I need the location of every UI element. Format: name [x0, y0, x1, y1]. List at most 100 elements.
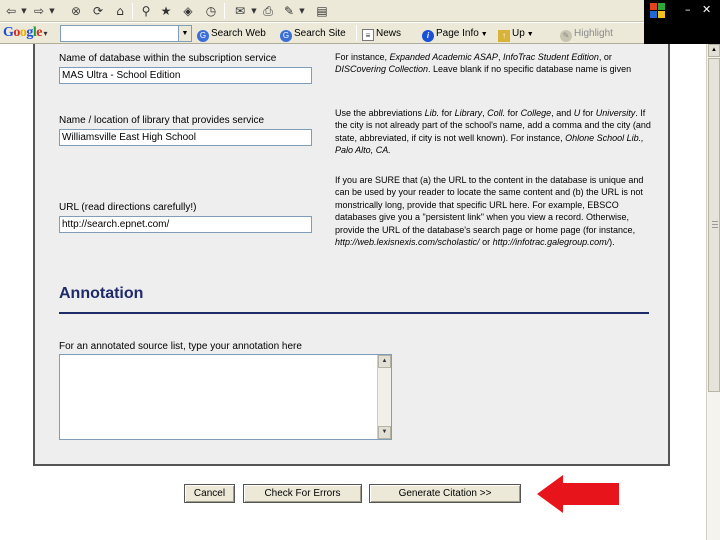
forward-dropdown-icon[interactable]: ▼	[48, 3, 56, 19]
scroll-up-icon[interactable]: ▲	[378, 355, 391, 368]
help-text: , and	[551, 108, 574, 118]
home-icon[interactable]: ⌂	[112, 3, 128, 19]
help-text: or	[479, 237, 493, 248]
highlight-label: Highlight	[574, 28, 613, 39]
grip-line	[712, 227, 718, 228]
back-dropdown-icon[interactable]: ▼	[20, 3, 28, 19]
help-text: for	[580, 108, 596, 118]
news-button[interactable]: ≡ News	[362, 26, 401, 41]
stop-icon[interactable]: ⊗	[68, 3, 84, 19]
help-text: ).	[609, 237, 615, 248]
edit-icon[interactable]: ✎	[281, 3, 297, 19]
help-text: . Leave blank if no specific database na…	[428, 64, 632, 75]
print-icon[interactable]: ⎙	[260, 3, 276, 19]
generate-citation-button[interactable]: Generate Citation >>	[369, 484, 521, 503]
refresh-icon[interactable]: ⟳	[90, 3, 106, 19]
toolbar-separator	[356, 25, 357, 41]
section-divider	[59, 312, 649, 314]
search-web-icon: G	[197, 30, 209, 42]
check-errors-button[interactable]: Check For Errors	[243, 484, 362, 503]
help-emphasis: Expanded Academic ASAP	[389, 52, 498, 62]
scrollbar-thumb[interactable]	[708, 58, 720, 392]
help-emphasis: InfoTrac Student Edition	[502, 52, 599, 62]
news-icon: ≡	[362, 29, 374, 41]
news-label: News	[376, 28, 402, 39]
window-caption: – ✕	[644, 0, 720, 44]
mail-icon[interactable]: ✉	[232, 3, 248, 19]
help-text: for	[505, 108, 521, 118]
forward-icon[interactable]: ⇨	[32, 3, 46, 19]
page-info-dropdown-icon[interactable]: ▼	[479, 31, 488, 38]
help-text: If you are SURE that (a) the URL to the …	[335, 175, 644, 235]
toolbar-separator	[132, 3, 133, 19]
annotation-label: For an annotated source list, type your …	[59, 341, 302, 352]
cancel-button[interactable]: Cancel	[184, 484, 235, 503]
media-icon[interactable]: ◈	[180, 3, 196, 19]
toolbar-separator	[224, 3, 225, 19]
grip-line	[712, 221, 718, 222]
database-name-field[interactable]: MAS Ultra - School Edition	[59, 67, 312, 84]
library-field[interactable]: Williamsville East High School	[59, 129, 312, 146]
help-emphasis: Coll.	[487, 108, 506, 118]
browser-toolbar: ⇦ ▼ ⇨ ▼ ⊗ ⟳ ⌂ ⚲ ★ ◈ ◷ ✉ ▼ ⎙ ✎ ▼ ▤	[0, 0, 644, 22]
help-emphasis: DISCovering Collection	[335, 64, 429, 75]
help-emphasis: http://infotrac.galegroup.com/	[492, 237, 610, 248]
up-button[interactable]: ↑ Up ▼	[498, 26, 534, 42]
help-emphasis: Lib.	[424, 108, 440, 118]
close-button[interactable]: ✕	[702, 2, 711, 18]
highlight-icon: ✎	[560, 30, 572, 42]
search-site-button[interactable]: G Search Site	[280, 26, 346, 42]
chevron-down-icon[interactable]: ▼	[178, 26, 191, 41]
grip-line	[712, 224, 718, 225]
url-label: URL (read directions carefully!)	[59, 202, 197, 213]
help-text: Use the abbreviations	[335, 108, 425, 118]
google-toolbar: Google ▾ ▼ G Search Web G Search Site ≡ New…	[0, 23, 644, 44]
mail-dropdown-icon[interactable]: ▼	[250, 3, 258, 19]
search-site-icon: G	[280, 30, 292, 42]
favorites-icon[interactable]: ★	[158, 3, 174, 19]
scroll-up-icon[interactable]: ▲	[708, 44, 720, 57]
help-emphasis: Library	[454, 108, 483, 118]
help-text: For instance,	[335, 52, 390, 62]
edit-dropdown-icon[interactable]: ▼	[298, 3, 306, 19]
annotation-heading: Annotation	[59, 285, 144, 302]
url-help-text: If you are SURE that (a) the URL to the …	[335, 174, 653, 248]
folder-up-icon: ↑	[498, 30, 510, 42]
up-dropdown-icon[interactable]: ▼	[525, 31, 534, 38]
discuss-icon[interactable]: ▤	[314, 3, 330, 19]
up-label: Up	[512, 28, 525, 39]
search-web-button[interactable]: G Search Web	[197, 26, 266, 42]
annotation-textarea[interactable]: ▲ ▼	[59, 354, 392, 440]
red-arrow-icon	[537, 475, 619, 513]
history-icon[interactable]: ◷	[203, 3, 219, 19]
google-logo-dropdown-icon[interactable]: ▾	[42, 29, 48, 38]
page-info-label: Page Info	[436, 28, 479, 39]
google-logo[interactable]: Google ▾	[3, 25, 48, 42]
minimize-button[interactable]: –	[685, 2, 691, 18]
database-help-text: For instance, Expanded Academic ASAP, In…	[335, 51, 653, 76]
library-help-text: Use the abbreviations Lib. for Library , …	[335, 107, 653, 157]
help-emphasis: College	[520, 108, 552, 118]
citation-form: Name of database within the subscription…	[33, 44, 670, 466]
back-icon[interactable]: ⇦	[4, 3, 18, 19]
library-label: Name / location of library that provides…	[59, 115, 265, 126]
help-emphasis: http://web.lexisnexis.com/scholastic/	[335, 237, 480, 248]
scroll-down-icon[interactable]: ▼	[378, 426, 391, 439]
page-scrollbar[interactable]: ▲	[706, 44, 720, 540]
page-info-button[interactable]: i Page Info ▼	[422, 26, 488, 42]
windows-logo-icon	[650, 3, 666, 19]
info-icon: i	[422, 30, 434, 42]
search-site-label: Search Site	[294, 28, 346, 39]
highlight-button[interactable]: ✎ Highlight	[560, 26, 613, 42]
google-search-input[interactable]: ▼	[60, 25, 192, 42]
google-logo-g: G	[3, 25, 14, 40]
url-field[interactable]: http://search.epnet.com/	[59, 216, 312, 233]
search-icon[interactable]: ⚲	[138, 3, 154, 19]
textarea-scrollbar[interactable]: ▲ ▼	[377, 355, 391, 439]
help-text: for	[439, 108, 455, 118]
red-arrow-shape	[537, 475, 619, 513]
search-web-label: Search Web	[211, 28, 266, 39]
database-name-label: Name of database within the subscription…	[59, 53, 277, 64]
help-text: , or	[598, 52, 612, 62]
help-emphasis: University	[595, 108, 636, 118]
